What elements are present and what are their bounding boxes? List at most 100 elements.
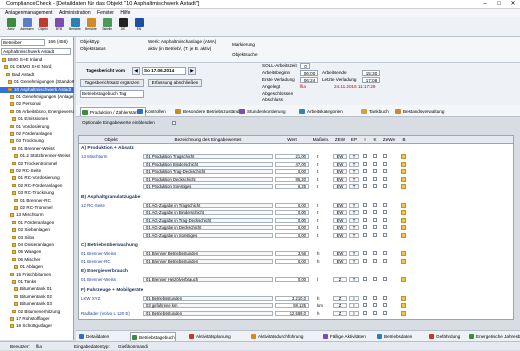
note-icon[interactable]	[401, 154, 406, 159]
bottom-tab-6[interactable]: Gefährdung	[428, 332, 460, 341]
add-entry-button[interactable]: Tagesberichtsatz ergänzen	[80, 79, 144, 87]
column-header[interactable]: Objekt	[81, 136, 141, 144]
cell-wert[interactable]: 59.125	[275, 303, 309, 308]
menu-anlagenmanagement[interactable]: Anlagenmanagement	[5, 9, 53, 17]
note-icon[interactable]	[401, 295, 406, 301]
table-row[interactable]: 03 gefahrene km 59.125 km Z I	[79, 302, 513, 309]
toolbar-button-2[interactable]: Objekt	[36, 18, 50, 36]
cell-wert[interactable]: 3,56	[275, 251, 309, 256]
row-checkbox[interactable]	[363, 154, 367, 159]
tab-5[interactable]: Tankbuch	[360, 107, 391, 116]
bottom-tab-4[interactable]: Fällige Aktivitäten	[322, 332, 366, 341]
table-row[interactable]: Radlader (Volvo L 120 E) 01 Betriebsstund…	[79, 310, 513, 317]
tree-item[interactable]: Bitumentank 01	[0, 286, 74, 292]
column-header[interactable]: B	[399, 136, 409, 144]
table-row[interactable]: 01 Produktion Binderschicht 47,00 t EW T	[79, 161, 513, 168]
table-row[interactable]: 01 Brenner-Weiss 01 Brenner Betriebsstund…	[79, 250, 513, 257]
cell-wert[interactable]: 21,00	[275, 154, 309, 159]
row-checkbox[interactable]	[363, 232, 367, 237]
tree-item[interactable]: BMO S+E Inland	[0, 57, 74, 63]
menu-hilfe[interactable]: Hilfe	[120, 9, 130, 17]
column-header[interactable]: ZeWe	[381, 136, 397, 144]
cell-wert[interactable]: 0,00	[275, 202, 309, 208]
toolbar-button-8[interactable]: EN	[132, 18, 146, 36]
cell-wert[interactable]: 6,25	[275, 184, 309, 189]
row-checkbox[interactable]	[373, 184, 377, 189]
tree-item[interactable]: 01 Genehmigungen (Standort)	[0, 79, 74, 85]
tree-item[interactable]: 01 Genehmigungen (Anlage)	[0, 94, 74, 100]
table-row[interactable]: 01 AG-Zugabe in Trag-Deckschicht 0,00 t EW T	[79, 217, 513, 224]
tree-item[interactable]: 02 RC-Förderanlagen	[0, 183, 74, 189]
tree-item[interactable]: 13 Mischturm	[0, 212, 74, 218]
row-checkbox[interactable]	[363, 310, 367, 315]
tree-item[interactable]: 15 Frischbitumen	[0, 272, 74, 278]
table-row[interactable]: 12 RC-Seite 01 AG-Zugabe in Tragschicht 0,…	[79, 202, 513, 209]
cell-wert[interactable]: 0,00	[275, 210, 309, 215]
tree-item[interactable]: 01.2 Stützbrenner-Weiss	[0, 153, 74, 159]
note-icon[interactable]	[401, 217, 406, 223]
menu-fenster[interactable]: Fenster	[97, 9, 114, 17]
note-icon[interactable]	[401, 277, 406, 282]
bottom-tab-2[interactable]: Aktivitätsplanung	[188, 332, 231, 341]
table-row[interactable]: 01 Brenner-Weiss 01 Brenner Heizölverbrau…	[79, 276, 513, 283]
table-row[interactable]: LKW XYZ 01 Betriebsstunden 3.210,0 h Z I	[79, 295, 513, 302]
table-row[interactable]: 01 Produktion Deckschicht 85,20 t EW T	[79, 176, 513, 183]
row-checkbox[interactable]	[363, 217, 367, 222]
row-checkbox[interactable]	[373, 310, 377, 315]
column-header[interactable]: I	[361, 136, 369, 144]
row-checkbox[interactable]	[383, 310, 387, 315]
note-icon[interactable]	[401, 258, 406, 264]
table-row[interactable]: 01 Produktion Sonstiges 6,25 t EW T	[79, 183, 513, 190]
cell-wert[interactable]: 0,00	[275, 217, 309, 223]
bottom-tab-3[interactable]: Aktivitätsdurchführung	[250, 332, 303, 341]
tree-item[interactable]: Bad Astadt	[0, 72, 74, 78]
note-icon[interactable]	[401, 184, 406, 189]
note-icon[interactable]	[401, 310, 406, 316]
note-icon[interactable]	[401, 161, 406, 167]
row-checkbox[interactable]	[373, 210, 377, 215]
row-checkbox[interactable]	[383, 232, 387, 237]
table-row[interactable]: 01 AG-Zugabe in Deckschicht 0,00 t EW T	[79, 224, 513, 231]
table-row[interactable]: 13 Mischturm 01 Produktion Tragschicht 21,…	[79, 153, 513, 160]
cell-wert[interactable]: 3.210,0	[275, 295, 309, 301]
bottom-tab-7[interactable]: Energetische Jahresbewertung	[468, 332, 520, 341]
minimize-button[interactable]: –	[478, 0, 492, 9]
tree-item[interactable]: Bitumentank 03	[0, 301, 74, 307]
tree-item[interactable]: 01 Vordosierung	[0, 124, 74, 130]
note-icon[interactable]	[401, 232, 406, 238]
row-checkbox[interactable]	[373, 225, 377, 230]
row-checkbox[interactable]	[373, 232, 377, 237]
arbeitsbeginn-value[interactable]: 06:00	[300, 70, 318, 76]
tab-2[interactable]: Besondere Betriebszustände	[174, 107, 244, 116]
bottom-tab-1[interactable]: Betriebstagebuch	[130, 332, 176, 341]
row-checkbox[interactable]	[383, 184, 387, 189]
bottom-tab-0[interactable]: Detaildaten	[78, 332, 109, 341]
tree-item[interactable]: 01 Emissionen	[0, 116, 74, 122]
column-header[interactable]: Wert	[275, 136, 309, 144]
tab-1[interactable]: Kontrollen	[136, 107, 168, 116]
row-checkbox[interactable]	[373, 169, 377, 174]
tree-item[interactable]: 02 RC-Trommel	[0, 205, 74, 211]
filter-label[interactable]: Betreiber	[1, 39, 45, 46]
tree-item[interactable]: 01 DEMO S+E Nord	[0, 64, 74, 70]
row-checkbox[interactable]	[363, 184, 367, 189]
tree-item[interactable]: 04 Dosieranlagen	[0, 242, 74, 248]
table-row[interactable]: 01 Brenner-RC 01 Brenner Betriebsstunden 0…	[79, 258, 513, 265]
tree-item[interactable]: 01 Förderanlagen	[0, 220, 74, 226]
maximize-button[interactable]: □	[492, 0, 506, 9]
row-checkbox[interactable]	[363, 251, 367, 256]
row-checkbox[interactable]	[363, 169, 367, 174]
row-checkbox[interactable]	[363, 176, 367, 181]
row-checkbox[interactable]	[383, 210, 387, 215]
prev-day-button[interactable]: ◀	[132, 67, 140, 75]
tree-item[interactable]: 02 Trockentrommel	[0, 161, 74, 167]
tree-item[interactable]: 05 Arbeitsbüro, Energieversorgung	[0, 109, 74, 115]
row-checkbox[interactable]	[383, 154, 387, 159]
tree-item[interactable]: 03 RC-Trocknung	[0, 190, 74, 196]
row-checkbox[interactable]	[373, 154, 377, 159]
row-checkbox[interactable]	[373, 161, 377, 166]
close-button[interactable]: ✕	[506, 0, 520, 9]
tree-item[interactable]: 01 Brenner-Weiss	[0, 146, 74, 152]
note-icon[interactable]	[401, 202, 406, 208]
table-row[interactable]: 01 AG-Zugabe in Binderschicht 0,00 t EW T	[79, 209, 513, 216]
